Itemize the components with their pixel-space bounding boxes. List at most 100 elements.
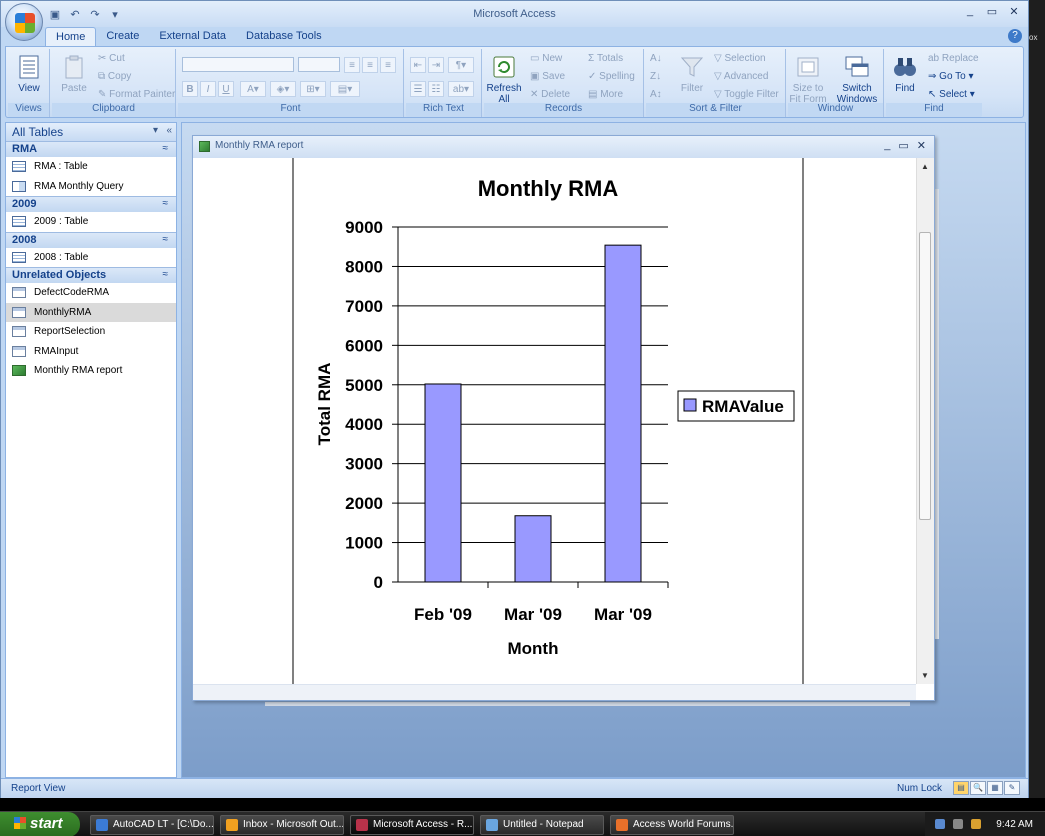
highlight-icon[interactable]: ab▾: [448, 81, 474, 97]
report-minimize-button[interactable]: _: [884, 139, 890, 152]
collapse-pane-icon[interactable]: «: [166, 125, 172, 136]
copy-button[interactable]: ⧉ Copy: [98, 71, 131, 82]
taskbar-task[interactable]: Access World Forums...: [610, 815, 734, 835]
paste-button[interactable]: Paste: [54, 53, 94, 94]
taskbar-task[interactable]: Untitled - Notepad: [480, 815, 604, 835]
replace-button[interactable]: ab Replace: [928, 53, 979, 64]
customize-qat-icon[interactable]: ▾: [107, 7, 123, 23]
network-tray-icon[interactable]: [953, 819, 963, 829]
font-name-field[interactable]: [182, 57, 294, 72]
spelling-button[interactable]: ✓ Spelling: [588, 71, 635, 82]
nav-pane-header[interactable]: All Tables ▾ «: [6, 123, 176, 141]
nav-item[interactable]: RMA Monthly Query: [6, 177, 176, 197]
nav-section-title: 2008: [12, 233, 37, 246]
y-tick-label: 3000: [345, 455, 383, 474]
layout-view-icon[interactable]: ▦: [987, 781, 1003, 795]
collapse-section-icon[interactable]: ≈: [163, 143, 169, 154]
taskbar-task[interactable]: Inbox - Microsoft Out...: [220, 815, 344, 835]
horizontal-scrollbar[interactable]: [193, 684, 916, 700]
save-icon[interactable]: ▣: [47, 7, 63, 23]
start-button[interactable]: start: [0, 812, 80, 836]
nav-item[interactable]: RMAInput: [6, 342, 176, 362]
toggle-filter-button[interactable]: ▽ Toggle Filter: [714, 89, 779, 100]
fill-color-icon[interactable]: ◈▾: [270, 81, 296, 97]
save-record-button[interactable]: ▣ Save: [530, 71, 565, 82]
tab-create[interactable]: Create: [96, 27, 149, 46]
print-preview-icon[interactable]: 🔍: [970, 781, 986, 795]
find-button[interactable]: Find: [886, 53, 924, 94]
align-right-icon[interactable]: ≡: [380, 57, 396, 73]
filter-button[interactable]: Filter: [672, 53, 712, 94]
group-font: ≡ ≡ ≡ B I U A▾ ◈▾ ⊞▾ ▤▾ Font: [178, 49, 404, 117]
align-center-icon[interactable]: ≡: [362, 57, 378, 73]
collapse-section-icon[interactable]: ≈: [163, 234, 169, 245]
nav-section-header[interactable]: Unrelated Objects ≈: [6, 267, 176, 283]
nav-item[interactable]: ReportSelection: [6, 322, 176, 342]
new-record-button[interactable]: ▭ New: [530, 53, 562, 64]
advanced-button[interactable]: ▽ Advanced: [714, 71, 768, 82]
sort-ascending-icon[interactable]: A↓: [650, 53, 662, 64]
font-size-field[interactable]: [298, 57, 340, 72]
refresh-all-button[interactable]: Refresh All: [484, 53, 524, 105]
nav-item[interactable]: 2008 : Table: [6, 248, 176, 268]
nav-item[interactable]: Monthly RMA report: [6, 361, 176, 381]
tab-home[interactable]: Home: [45, 27, 97, 46]
collapse-section-icon[interactable]: ≈: [163, 198, 169, 209]
nav-menu-chevron-icon[interactable]: ▾: [153, 125, 158, 136]
totals-button[interactable]: Σ Totals: [588, 53, 623, 64]
more-button[interactable]: ▤ More: [588, 89, 623, 100]
gridlines-icon[interactable]: ⊞▾: [300, 81, 326, 97]
clear-sort-icon[interactable]: A↕: [650, 89, 662, 100]
font-color-icon[interactable]: A▾: [240, 81, 266, 97]
vertical-scrollbar[interactable]: ▲ ▼: [916, 158, 934, 684]
select-button[interactable]: ↖ Select ▾: [928, 89, 975, 100]
nav-item[interactable]: MonthlyRMA: [6, 302, 176, 322]
nav-item[interactable]: RMA : Table: [6, 157, 176, 177]
scroll-thumb[interactable]: [919, 232, 931, 520]
bullets-icon[interactable]: ☰: [410, 81, 426, 97]
office-button[interactable]: [5, 3, 43, 41]
switch-windows-button[interactable]: Switch Windows: [832, 53, 882, 105]
help-icon[interactable]: ?: [1008, 29, 1022, 43]
scroll-down-icon[interactable]: ▼: [921, 671, 929, 680]
bold-icon[interactable]: B: [182, 81, 198, 97]
cut-button[interactable]: ✂ Cut: [98, 53, 125, 64]
size-to-fit-button[interactable]: Size to Fit Form: [788, 53, 828, 105]
maximize-button[interactable]: ▭: [982, 5, 1002, 18]
report-view-icon[interactable]: ▤: [953, 781, 969, 795]
delete-record-button[interactable]: ✕ Delete: [530, 89, 570, 100]
underline-icon[interactable]: U: [218, 81, 234, 97]
numbering-icon[interactable]: ☷: [428, 81, 444, 97]
nav-item[interactable]: DefectCodeRMA: [6, 283, 176, 303]
undo-icon[interactable]: ↶: [67, 7, 83, 23]
design-view-icon[interactable]: ✎: [1004, 781, 1020, 795]
align-left-icon[interactable]: ≡: [344, 57, 360, 73]
tab-external-data[interactable]: External Data: [149, 27, 236, 46]
tab-database-tools[interactable]: Database Tools: [236, 27, 332, 46]
taskbar-task[interactable]: AutoCAD LT - [C:\Do...: [90, 815, 214, 835]
report-maximize-button[interactable]: ▭: [898, 139, 908, 152]
sort-descending-icon[interactable]: Z↓: [650, 71, 661, 82]
nav-section-header[interactable]: 2008 ≈: [6, 231, 176, 248]
help-tray-icon[interactable]: [935, 819, 945, 829]
selection-button[interactable]: ▽ Selection: [714, 53, 766, 64]
redo-icon[interactable]: ↷: [87, 7, 103, 23]
increase-indent-icon[interactable]: ⇥: [428, 57, 444, 73]
minimize-button[interactable]: _: [960, 5, 980, 18]
taskbar-task[interactable]: Microsoft Access - R...: [350, 815, 474, 835]
close-button[interactable]: ✕: [1004, 5, 1024, 18]
scroll-up-icon[interactable]: ▲: [921, 162, 929, 171]
view-button[interactable]: View: [9, 53, 49, 94]
paragraph-icon[interactable]: ¶▾: [448, 57, 474, 73]
nav-item[interactable]: 2009 : Table: [6, 212, 176, 232]
collapse-section-icon[interactable]: ≈: [163, 269, 169, 280]
outlook-tray-icon[interactable]: [971, 819, 981, 829]
decrease-indent-icon[interactable]: ⇤: [410, 57, 426, 73]
italic-icon[interactable]: I: [200, 81, 216, 97]
alternate-fill-icon[interactable]: ▤▾: [330, 81, 360, 97]
format-painter-button[interactable]: ✎ Format Painter: [98, 89, 175, 100]
report-close-button[interactable]: ✕: [917, 139, 926, 152]
go-to-button[interactable]: ⇒ Go To ▾: [928, 71, 973, 82]
nav-section-header[interactable]: RMA ≈: [6, 141, 176, 157]
nav-section-header[interactable]: 2009 ≈: [6, 196, 176, 212]
